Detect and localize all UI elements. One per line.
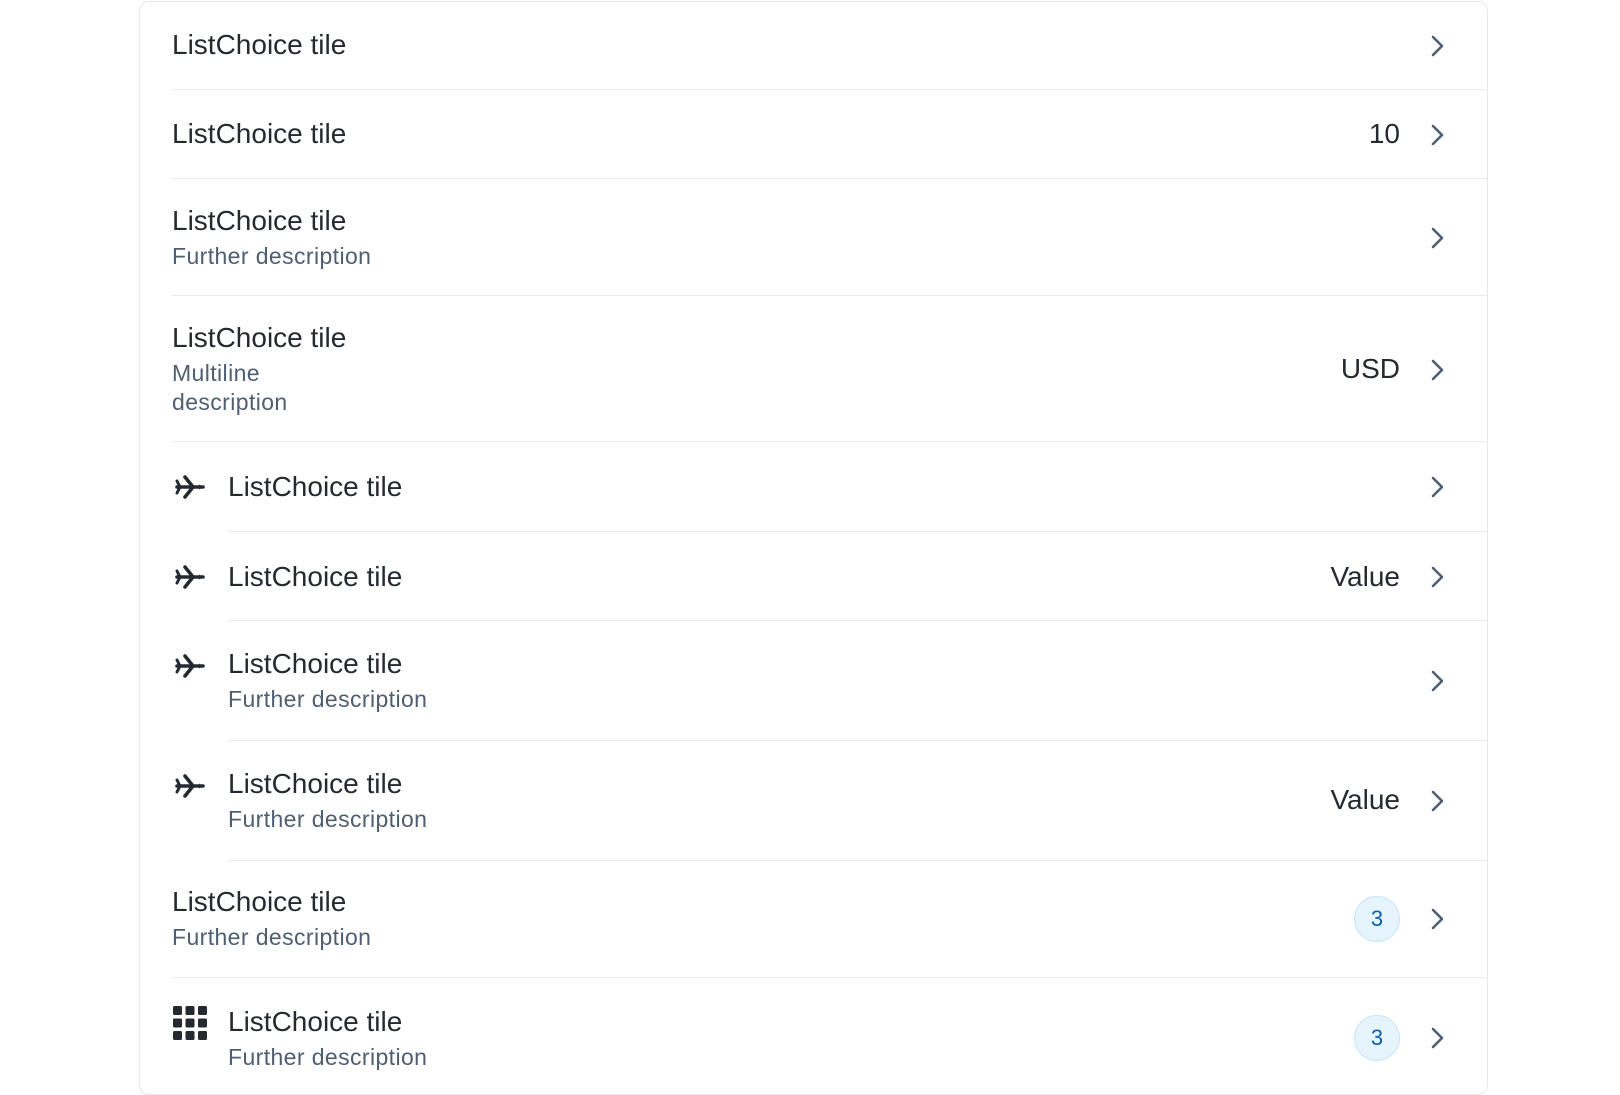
tile-title: ListChoice tile [228, 471, 403, 502]
chevron-right-icon [1429, 1026, 1447, 1050]
tile-title: ListChoice tile [228, 561, 403, 592]
list-choice-tile[interactable]: ListChoice tile Further description [140, 179, 1487, 296]
chevron-right-icon [1429, 565, 1447, 589]
chevron-right-icon [1429, 907, 1447, 931]
list-choice-tile[interactable]: ListChoice tile Further description 3 [140, 861, 1487, 978]
tile-title: ListChoice tile [172, 205, 347, 236]
tile-title: ListChoice tile [228, 768, 403, 799]
tile-title: ListChoice tile [228, 1006, 403, 1037]
chevron-right-icon [1429, 358, 1447, 382]
list-choice-tile[interactable]: ListChoice tile Further description Valu… [140, 741, 1487, 861]
list-choice-tile[interactable]: ListChoice tile Further description 3 [140, 978, 1487, 1094]
tile-title: ListChoice tile [172, 322, 347, 353]
list-choice-tile[interactable]: ListChoice tile 10 [140, 90, 1487, 179]
tile-title: ListChoice tile [228, 648, 403, 679]
list-choice-tile[interactable]: ListChoice tile [140, 442, 1487, 532]
tile-description: Further description [228, 686, 428, 712]
tile-value: Value [1330, 561, 1400, 592]
tile-description: Further description [172, 243, 372, 269]
list-choice-tile[interactable]: ListChoice tile [140, 2, 1487, 90]
tile-title: ListChoice tile [172, 29, 347, 60]
chevron-right-icon [1429, 34, 1447, 58]
tile-title: ListChoice tile [172, 118, 347, 149]
airplane-icon [173, 560, 207, 594]
tile-description: Further description [228, 806, 428, 832]
list-choice-card: ListChoice tile ListChoice tile 10 ListC… [139, 1, 1488, 1095]
tile-value: 10 [1368, 118, 1400, 149]
apps-grid-icon [173, 1006, 207, 1040]
chevron-right-icon [1429, 789, 1447, 813]
tile-title: ListChoice tile [172, 886, 347, 917]
tile-value: Value [1330, 784, 1400, 815]
airplane-icon [173, 470, 207, 504]
list-choice-tile[interactable]: ListChoice tile Further description [140, 621, 1487, 741]
list-choice-tile[interactable]: ListChoice tile Multiline description US… [140, 296, 1487, 442]
tile-description: Further description [228, 1044, 428, 1070]
tile-value: USD [1340, 353, 1400, 384]
chevron-right-icon [1429, 226, 1447, 250]
tile-description: description [172, 389, 288, 415]
count-badge: 3 [1354, 896, 1400, 942]
count-badge: 3 [1354, 1015, 1400, 1061]
list-choice-tile[interactable]: ListChoice tile Value [140, 532, 1487, 621]
chevron-right-icon [1429, 669, 1447, 693]
tile-description: Multiline [172, 360, 260, 386]
chevron-right-icon [1429, 123, 1447, 147]
airplane-icon [173, 769, 207, 803]
airplane-icon [173, 649, 207, 683]
chevron-right-icon [1429, 475, 1447, 499]
tile-description: Further description [172, 924, 372, 950]
